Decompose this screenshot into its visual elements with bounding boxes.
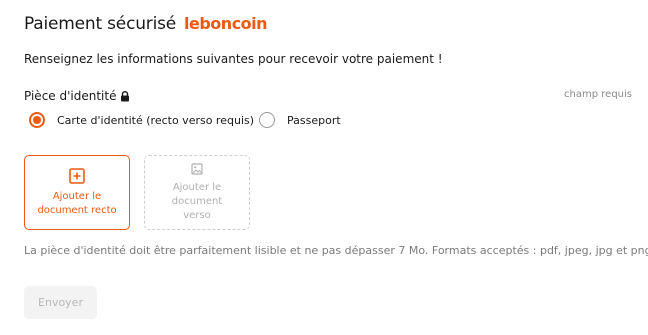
leboncoin-logo: leboncoin <box>184 14 268 33</box>
add-square-icon <box>69 167 85 184</box>
page-title: Paiement sécurisé <box>24 14 177 34</box>
radio-id-card-label: Carte d'identité (recto verso requis) <box>57 113 255 127</box>
page-header: Paiement sécurisé leboncoin <box>24 14 268 34</box>
file-requirements-hint: La pièce d'identité doit être parfaiteme… <box>24 244 648 257</box>
radio-button-checked[interactable] <box>29 112 45 128</box>
identity-field-label-row: Pièce d'identité <box>24 89 130 103</box>
upload-front-label: Ajouter le document recto <box>37 190 117 216</box>
upload-back-button[interactable]: Ajouter le document verso <box>144 155 250 230</box>
page-subtitle: Renseignez les informations suivantes po… <box>24 52 443 66</box>
radio-button-unchecked[interactable] <box>259 112 275 128</box>
required-note: champ requis <box>564 89 632 100</box>
upload-back-label: Ajouter le document verso <box>171 181 223 221</box>
radio-id-card[interactable]: Carte d'identité (recto verso requis) <box>29 112 254 128</box>
send-button[interactable]: Envoyer <box>24 286 97 319</box>
radio-passport-label: Passeport <box>287 113 341 127</box>
radio-passport[interactable]: Passeport <box>259 112 341 128</box>
image-placeholder-icon <box>191 162 203 175</box>
lock-icon <box>121 90 130 101</box>
identity-field-label: Pièce d'identité <box>24 89 117 103</box>
upload-front-button[interactable]: Ajouter le document recto <box>24 155 130 230</box>
